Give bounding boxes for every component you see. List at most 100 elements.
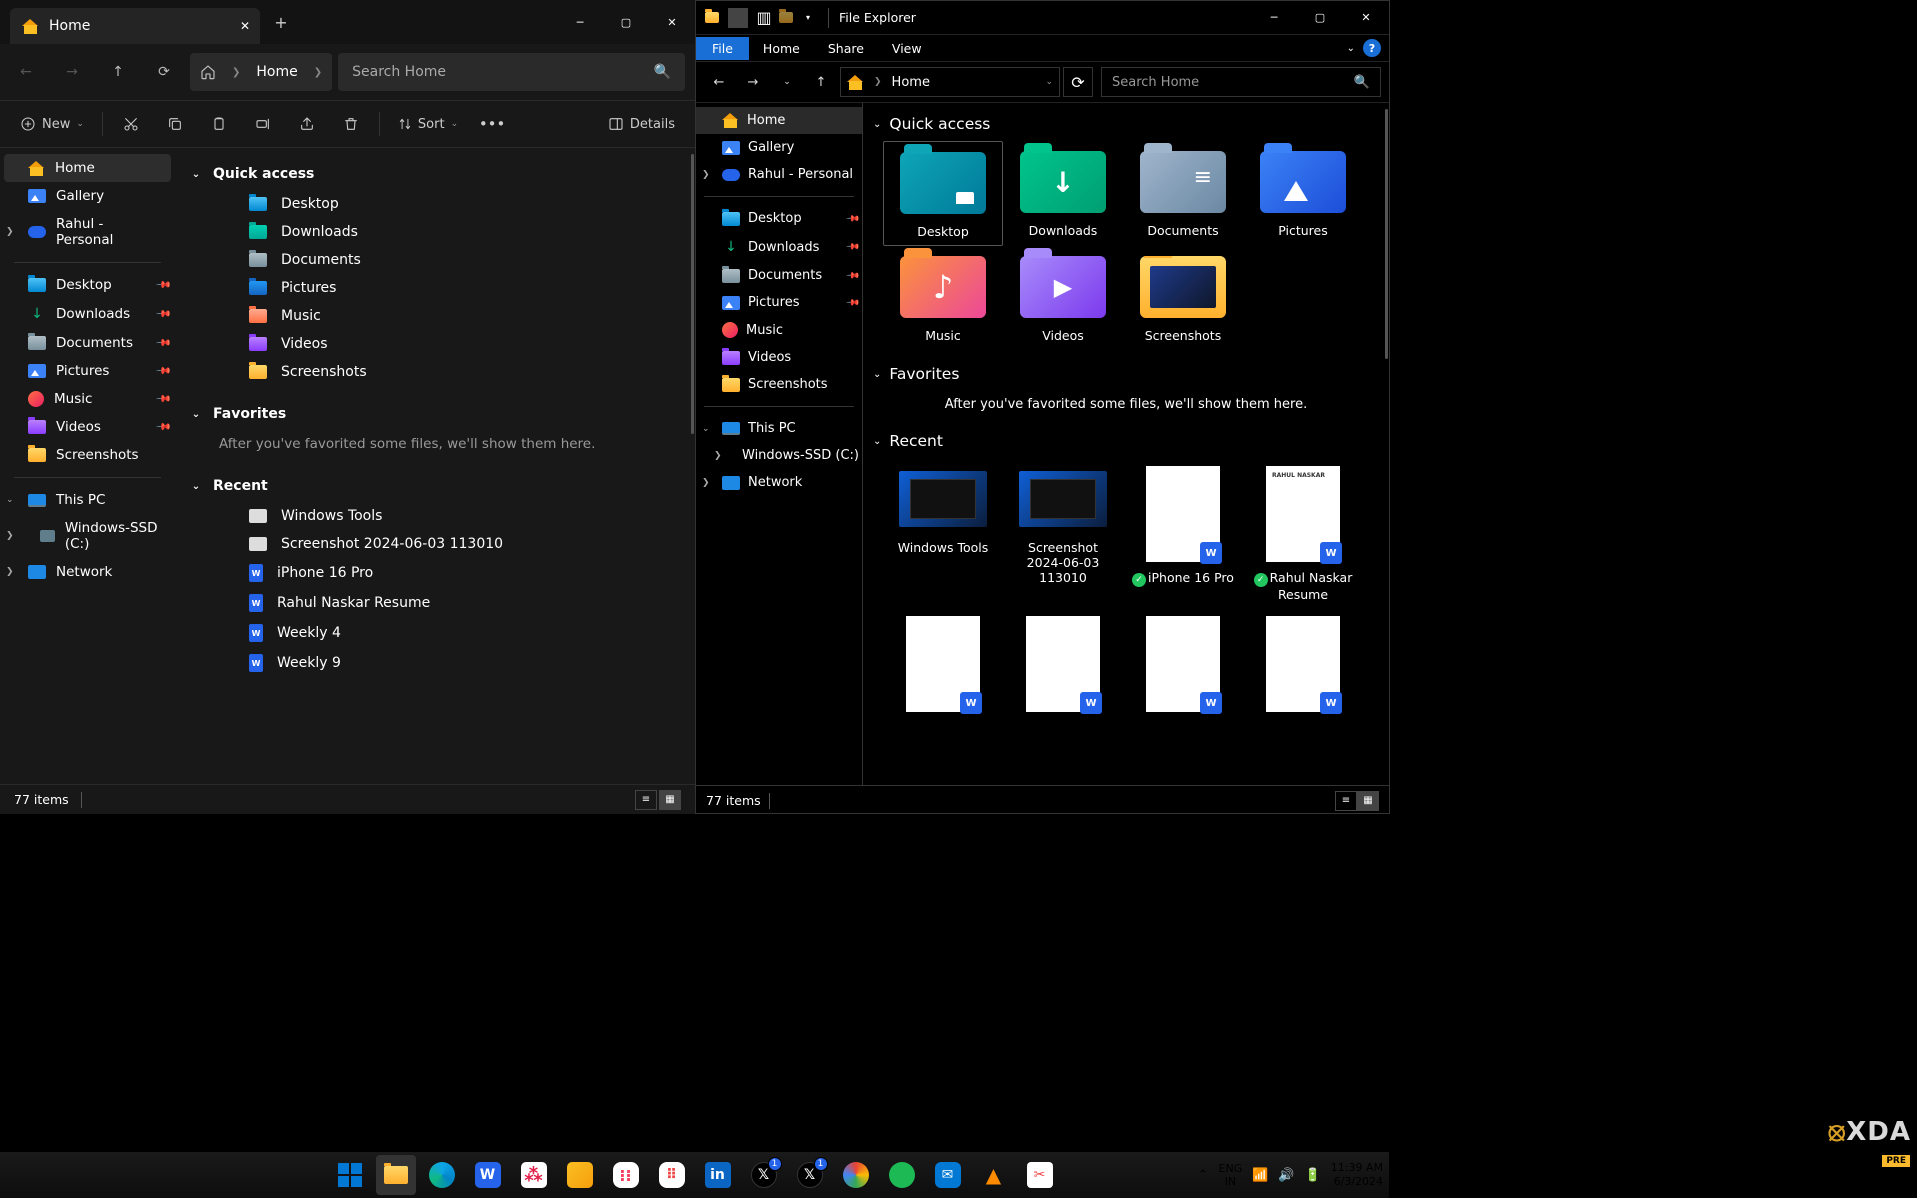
taskbar-x[interactable]: 𝕏1 [744, 1155, 784, 1195]
scrollbar[interactable] [1385, 109, 1388, 359]
nav-onedrive[interactable]: ❯Rahul - Personal [0, 210, 175, 254]
nav-downloads[interactable]: ↓Downloads📌 [696, 232, 862, 262]
item-music[interactable]: Music [189, 302, 681, 330]
battery-icon[interactable]: 🔋 [1305, 1168, 1321, 1183]
chevron-right-icon[interactable]: ❯ [702, 170, 710, 180]
qat-properties-icon[interactable]: ▥ [754, 8, 774, 28]
up-button[interactable]: ↑ [98, 52, 138, 92]
chevron-right-icon[interactable]: ❯ [6, 531, 14, 541]
chevron-right-icon[interactable]: ❯ [702, 478, 710, 488]
language-indicator[interactable]: ENGIN [1219, 1162, 1243, 1188]
recent-tile[interactable]: W [1243, 608, 1363, 720]
nav-onedrive[interactable]: ❯Rahul - Personal [696, 161, 862, 188]
qat-dropdown-icon[interactable]: ▾ [798, 8, 818, 28]
recent-item[interactable]: WRahul Naskar Resume [189, 588, 681, 618]
nav-documents[interactable]: Documents📌 [696, 262, 862, 289]
taskbar-snip[interactable]: ✂ [1020, 1155, 1060, 1195]
maximize-button[interactable]: ▢ [1297, 3, 1343, 33]
nav-videos[interactable]: Videos [696, 344, 862, 371]
chevron-right-icon[interactable]: ❯ [714, 451, 722, 461]
view-details-button[interactable]: ≡ [635, 790, 657, 810]
nav-drive-c[interactable]: ❯Windows-SSD (C:) [0, 514, 175, 558]
volume-icon[interactable]: 🔊 [1278, 1168, 1294, 1183]
tile-documents[interactable]: Documents [1123, 141, 1243, 246]
recent-tile[interactable]: W [1123, 608, 1243, 720]
nav-network[interactable]: ❯Network [696, 469, 862, 496]
minimize-button[interactable]: ─ [1251, 3, 1297, 33]
nav-home[interactable]: Home [4, 154, 171, 182]
tab-home[interactable]: Home ✕ [10, 8, 260, 44]
recent-item[interactable]: WiPhone 16 Pro [189, 558, 681, 588]
taskbar-app[interactable]: ⠿ [652, 1155, 692, 1195]
recent-item[interactable]: WWeekly 4 [189, 618, 681, 648]
file-tab[interactable]: File [696, 37, 749, 60]
taskbar-x[interactable]: 𝕏1 [790, 1155, 830, 1195]
back-button[interactable]: ← [6, 52, 46, 92]
new-button[interactable]: New ⌄ [10, 107, 94, 141]
cut-button[interactable] [111, 107, 151, 141]
taskbar-word[interactable]: W [468, 1155, 508, 1195]
new-tab-button[interactable]: + [266, 13, 296, 32]
search-input[interactable]: Search Home 🔍 [1101, 67, 1381, 97]
nav-music[interactable]: Music📌 [0, 385, 175, 413]
scrollbar[interactable] [691, 154, 694, 434]
recent-tile[interactable]: RAHUL NASKARW✓Rahul Naskar Resume [1243, 458, 1363, 608]
paste-button[interactable] [199, 107, 239, 141]
item-screenshots[interactable]: Screenshots [189, 358, 681, 386]
taskbar-spotify[interactable] [882, 1155, 922, 1195]
recent-tile[interactable]: Screenshot 2024-06-03 113010 [1003, 458, 1123, 608]
help-icon[interactable]: ? [1363, 39, 1381, 57]
nav-videos[interactable]: Videos📌 [0, 413, 175, 441]
section-favorites[interactable]: ⌄Favorites [189, 398, 681, 430]
section-quick-access[interactable]: ⌄Quick access [189, 158, 681, 190]
tile-screenshots[interactable]: Screenshots [1123, 246, 1243, 349]
clock[interactable]: 11:39 AM6/3/2024 [1331, 1161, 1383, 1190]
close-button[interactable]: ✕ [1343, 3, 1389, 33]
recent-item[interactable]: Screenshot 2024-06-03 113010 [189, 530, 681, 558]
recent-tile[interactable]: W✓iPhone 16 Pro [1123, 458, 1243, 608]
recent-tile[interactable]: W [1003, 608, 1123, 720]
nav-pictures[interactable]: Pictures📌 [696, 289, 862, 316]
section-favorites[interactable]: ⌄Favorites [873, 361, 1379, 387]
nav-gallery[interactable]: Gallery [696, 134, 862, 161]
refresh-button[interactable]: ⟳ [144, 52, 184, 92]
recent-item[interactable]: WWeekly 9 [189, 648, 681, 678]
maximize-button[interactable]: ▢ [603, 7, 649, 37]
breadcrumb-home[interactable]: Home [256, 64, 297, 80]
tile-desktop[interactable]: Desktop [883, 141, 1003, 246]
forward-button[interactable]: → [52, 52, 92, 92]
delete-button[interactable] [331, 107, 371, 141]
nav-thispc[interactable]: ⌄This PC [696, 415, 862, 442]
share-button[interactable] [287, 107, 327, 141]
chevron-down-icon[interactable]: ⌄ [6, 495, 14, 505]
section-quick-access[interactable]: ⌄Quick access [873, 111, 1379, 137]
item-pictures[interactable]: Pictures [189, 274, 681, 302]
close-button[interactable]: ✕ [649, 7, 695, 37]
recent-item[interactable]: Windows Tools [189, 502, 681, 530]
nav-network[interactable]: ❯Network [0, 558, 175, 586]
chevron-right-icon[interactable]: ❯ [6, 567, 14, 577]
section-recent[interactable]: ⌄Recent [189, 470, 681, 502]
details-button[interactable]: Details [598, 107, 685, 141]
item-downloads[interactable]: Downloads [189, 218, 681, 246]
tile-downloads[interactable]: Downloads [1003, 141, 1123, 246]
item-desktop[interactable]: Desktop [189, 190, 681, 218]
tile-pictures[interactable]: Pictures [1243, 141, 1363, 246]
taskbar-explorer[interactable] [376, 1155, 416, 1195]
view-icons-button[interactable]: ▦ [659, 790, 681, 810]
taskbar-vlc[interactable]: ▲ [974, 1155, 1014, 1195]
start-button[interactable] [330, 1155, 370, 1195]
breadcrumb-bar[interactable]: ❯ Home ❯ [190, 53, 332, 91]
nav-music[interactable]: Music [696, 316, 862, 344]
nav-screenshots[interactable]: Screenshots [696, 371, 862, 398]
taskbar-slack[interactable]: ⁂ [514, 1155, 554, 1195]
tile-music[interactable]: Music [883, 246, 1003, 349]
qat-newfolder-icon[interactable] [776, 8, 796, 28]
nav-desktop[interactable]: Desktop📌 [696, 205, 862, 232]
chevron-right-icon[interactable]: ❯ [6, 227, 14, 237]
chevron-down-icon[interactable]: ⌄ [702, 424, 710, 434]
nav-thispc[interactable]: ⌄This PC [0, 486, 175, 514]
ribbon-tab-share[interactable]: Share [814, 37, 878, 60]
item-documents[interactable]: Documents [189, 246, 681, 274]
taskbar-edge[interactable] [422, 1155, 462, 1195]
